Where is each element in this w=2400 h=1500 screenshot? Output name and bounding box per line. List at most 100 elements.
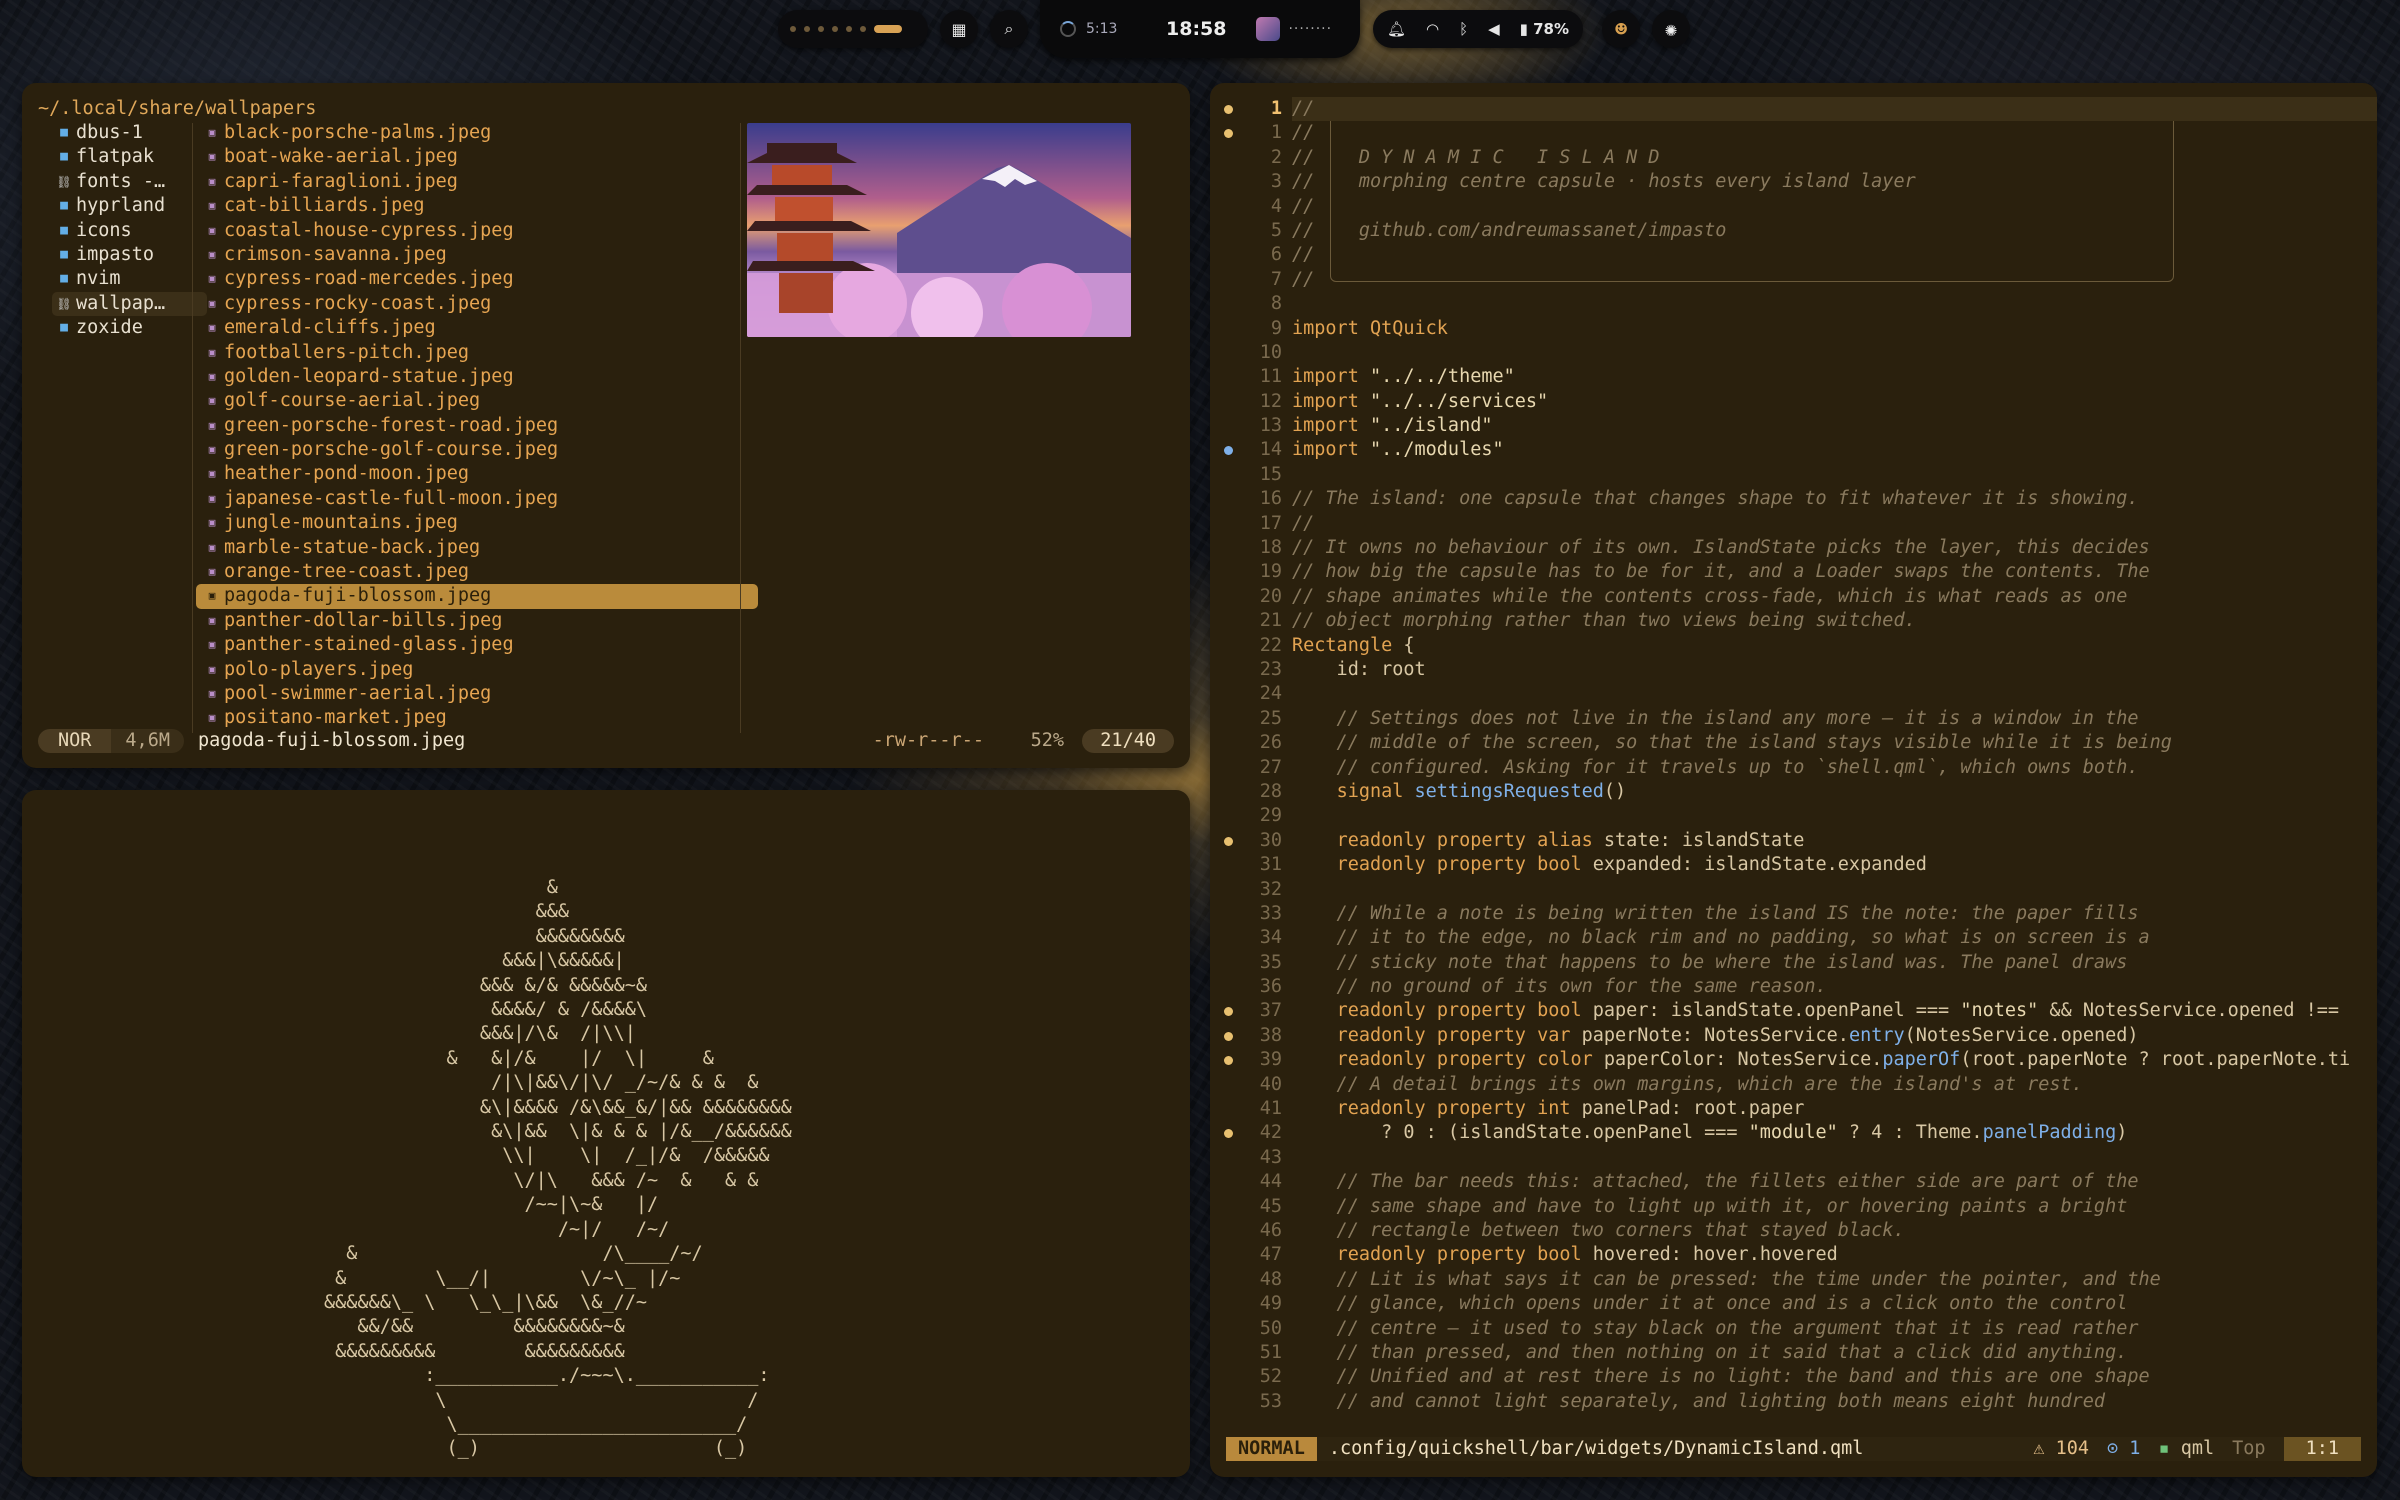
- parent-dir-item[interactable]: ■ zoxide: [52, 316, 207, 340]
- code-line[interactable]: ? 0 : (islandState.openPanel === "module…: [1292, 1121, 2377, 1145]
- code-line[interactable]: // centre — it used to stay black on the…: [1292, 1317, 2377, 1341]
- workspace-dot[interactable]: [832, 26, 838, 32]
- file-item[interactable]: ▣ black-porsche-palms.jpeg: [196, 121, 758, 145]
- code-line[interactable]: signal settingsRequested(): [1292, 780, 2377, 804]
- code-line[interactable]: import "../modules": [1292, 438, 2377, 462]
- file-item[interactable]: ▣ panther-dollar-bills.jpeg: [196, 609, 758, 633]
- code-line[interactable]: //: [1292, 97, 2377, 122]
- code-line[interactable]: // morphing centre capsule · hosts every…: [1292, 170, 2377, 194]
- code-line[interactable]: readonly property int panelPad: root.pap…: [1292, 1097, 2377, 1121]
- code-line[interactable]: readonly property bool hovered: hover.ho…: [1292, 1243, 2377, 1267]
- code-line[interactable]: // Lit is what says it can be pressed: t…: [1292, 1268, 2377, 1292]
- workspace-dot[interactable]: [804, 26, 810, 32]
- parent-dir-item[interactable]: ■ hyprland: [52, 194, 207, 218]
- file-item[interactable]: ▣ crimson-savanna.jpeg: [196, 243, 758, 267]
- code-line[interactable]: // no ground of its own for the same rea…: [1292, 975, 2377, 999]
- parent-dir-item[interactable]: ⛓ wallpap…: [52, 291, 207, 317]
- code-line[interactable]: readonly property alias state: islandSta…: [1292, 829, 2377, 853]
- code-line[interactable]: readonly property color paperColor: Note…: [1292, 1048, 2377, 1072]
- file-item[interactable]: ▣ boat-wake-aerial.jpeg: [196, 145, 758, 169]
- workspace-dot[interactable]: [818, 26, 824, 32]
- file-item[interactable]: ▣ green-porsche-golf-course.jpeg: [196, 438, 758, 462]
- code-line[interactable]: [1292, 682, 2377, 706]
- code-line[interactable]: // D Y N A M I C I S L A N D: [1292, 146, 2377, 170]
- avatar[interactable]: ☻: [1602, 10, 1640, 48]
- workspace-dot[interactable]: [790, 26, 796, 32]
- control-center-icon[interactable]: ✺: [1652, 10, 1690, 48]
- file-item[interactable]: ▣ pool-swimmer-aerial.jpeg: [196, 682, 758, 706]
- code-line[interactable]: readonly property var paperNote: NotesSe…: [1292, 1024, 2377, 1048]
- file-item[interactable]: ▣ positano-market.jpeg: [196, 706, 758, 730]
- workspace-dot[interactable]: [846, 26, 852, 32]
- status-pill[interactable]: 🔔︎ ◠ ᛒ ◀ ▮ 78%: [1373, 10, 1583, 48]
- file-item[interactable]: ▣ cypress-rocky-coast.jpeg: [196, 292, 758, 316]
- file-list[interactable]: ▣ black-porsche-palms.jpeg ▣ boat-wake-aeri…: [196, 121, 758, 731]
- code-line[interactable]: // shape animates while the contents cro…: [1292, 585, 2377, 609]
- code-line[interactable]: // and cannot light separately, and ligh…: [1292, 1390, 2377, 1414]
- code-line[interactable]: [1292, 292, 2377, 316]
- code-line[interactable]: // middle of the screen, so that the isl…: [1292, 731, 2377, 755]
- file-item[interactable]: ▣ capri-faraglioni.jpeg: [196, 170, 758, 194]
- file-item[interactable]: ▣ golden-leopard-statue.jpeg: [196, 365, 758, 389]
- file-item[interactable]: ▣ panther-stained-glass.jpeg: [196, 633, 758, 657]
- code-line[interactable]: // Settings does not live in the island …: [1292, 707, 2377, 731]
- code-line[interactable]: // While a note is being written the isl…: [1292, 902, 2377, 926]
- code-line[interactable]: [1292, 463, 2377, 487]
- file-item[interactable]: ▣ pagoda-fuji-blossom.jpeg: [196, 584, 758, 609]
- terminal-window[interactable]: & &&& &&&&&&&& &&&|\&&&&&| &&& &/& &&&&&…: [22, 790, 1190, 1477]
- code-line[interactable]: // Unified and at rest there is no light…: [1292, 1365, 2377, 1389]
- file-item[interactable]: ▣ coastal-house-cypress.jpeg: [196, 219, 758, 243]
- code-line[interactable]: readonly property bool paper: islandStat…: [1292, 999, 2377, 1023]
- wifi-icon[interactable]: ◠: [1426, 20, 1439, 38]
- file-item[interactable]: ▣ heather-pond-moon.jpeg: [196, 462, 758, 486]
- code-line[interactable]: // github.com/andreumassanet/impasto: [1292, 219, 2377, 243]
- parent-dir-item[interactable]: ■ impasto: [52, 243, 207, 267]
- search-icon[interactable]: ⌕: [990, 10, 1028, 48]
- code-line[interactable]: // sticky note that happens to be where …: [1292, 951, 2377, 975]
- file-item[interactable]: ▣ marble-statue-back.jpeg: [196, 536, 758, 560]
- file-item[interactable]: ▣ japanese-castle-full-moon.jpeg: [196, 487, 758, 511]
- file-item[interactable]: ▣ golf-course-aerial.jpeg: [196, 389, 758, 413]
- editor-window[interactable]: 1 1 2 3 4 5 6 7 8 9 10 11 12 13 14 15 16 17 18 19 20 21 22 23 24…: [1210, 83, 2377, 1477]
- parent-dir-item[interactable]: ■ nvim: [52, 267, 207, 291]
- code-line[interactable]: // A detail brings its own margins, whic…: [1292, 1073, 2377, 1097]
- file-item[interactable]: ▣ green-porsche-forest-road.jpeg: [196, 414, 758, 438]
- code-line[interactable]: readonly property bool expanded: islandS…: [1292, 853, 2377, 877]
- code-line[interactable]: id: root: [1292, 658, 2377, 682]
- workspace-dot[interactable]: [860, 26, 866, 32]
- parent-dir-item[interactable]: ■ flatpak: [52, 145, 207, 169]
- album-cover[interactable]: [1256, 17, 1281, 41]
- code-line[interactable]: // The island: one capsule that changes …: [1292, 487, 2377, 511]
- workspace-indicator[interactable]: [778, 10, 928, 48]
- parent-directory-list[interactable]: ■ dbus-1 ■ flatpak ⛓ fonts -… ■ hyprland ■ icons ■…: [52, 121, 207, 341]
- file-item[interactable]: ▣ jungle-mountains.jpeg: [196, 511, 758, 535]
- file-item[interactable]: ▣ polo-players.jpeg: [196, 658, 758, 682]
- code-line[interactable]: // glance, which opens under it at once …: [1292, 1292, 2377, 1316]
- dynamic-island[interactable]: 5:13 18:58 ········: [1040, 0, 1360, 58]
- code-line[interactable]: [1292, 804, 2377, 828]
- file-item[interactable]: ▣ cat-billiards.jpeg: [196, 194, 758, 218]
- file-manager-window[interactable]: ~/.local/share/wallpapers ■ dbus-1 ■ flatpa…: [22, 83, 1190, 768]
- code-line[interactable]: //: [1292, 243, 2377, 267]
- code-line[interactable]: // object morphing rather than two views…: [1292, 609, 2377, 633]
- file-item[interactable]: ▣ cypress-road-mercedes.jpeg: [196, 267, 758, 291]
- bell-icon[interactable]: 🔔︎: [1387, 20, 1406, 38]
- file-item[interactable]: ▣ footballers-pitch.jpeg: [196, 341, 758, 365]
- code-line[interactable]: // rectangle between two corners that st…: [1292, 1219, 2377, 1243]
- battery-status[interactable]: ▮ 78%: [1520, 20, 1569, 38]
- code-line[interactable]: // than pressed, and then nothing on it …: [1292, 1341, 2377, 1365]
- bluetooth-icon[interactable]: ᛒ: [1459, 20, 1468, 38]
- code-line[interactable]: import "../island": [1292, 414, 2377, 438]
- parent-dir-item[interactable]: ■ icons: [52, 219, 207, 243]
- code-line[interactable]: //: [1292, 121, 2377, 145]
- file-item[interactable]: ▣ emerald-cliffs.jpeg: [196, 316, 758, 340]
- code-line[interactable]: Rectangle {: [1292, 634, 2377, 658]
- code-line[interactable]: // same shape and have to light up with …: [1292, 1195, 2377, 1219]
- parent-dir-item[interactable]: ■ dbus-1: [52, 121, 207, 145]
- code-line[interactable]: // how big the capsule has to be for it,…: [1292, 560, 2377, 584]
- code-line[interactable]: //: [1292, 268, 2377, 292]
- code-line[interactable]: [1292, 1146, 2377, 1170]
- file-item[interactable]: ▣ orange-tree-coast.jpeg: [196, 560, 758, 584]
- code-line[interactable]: [1292, 878, 2377, 902]
- grid-icon[interactable]: ▦: [940, 10, 978, 48]
